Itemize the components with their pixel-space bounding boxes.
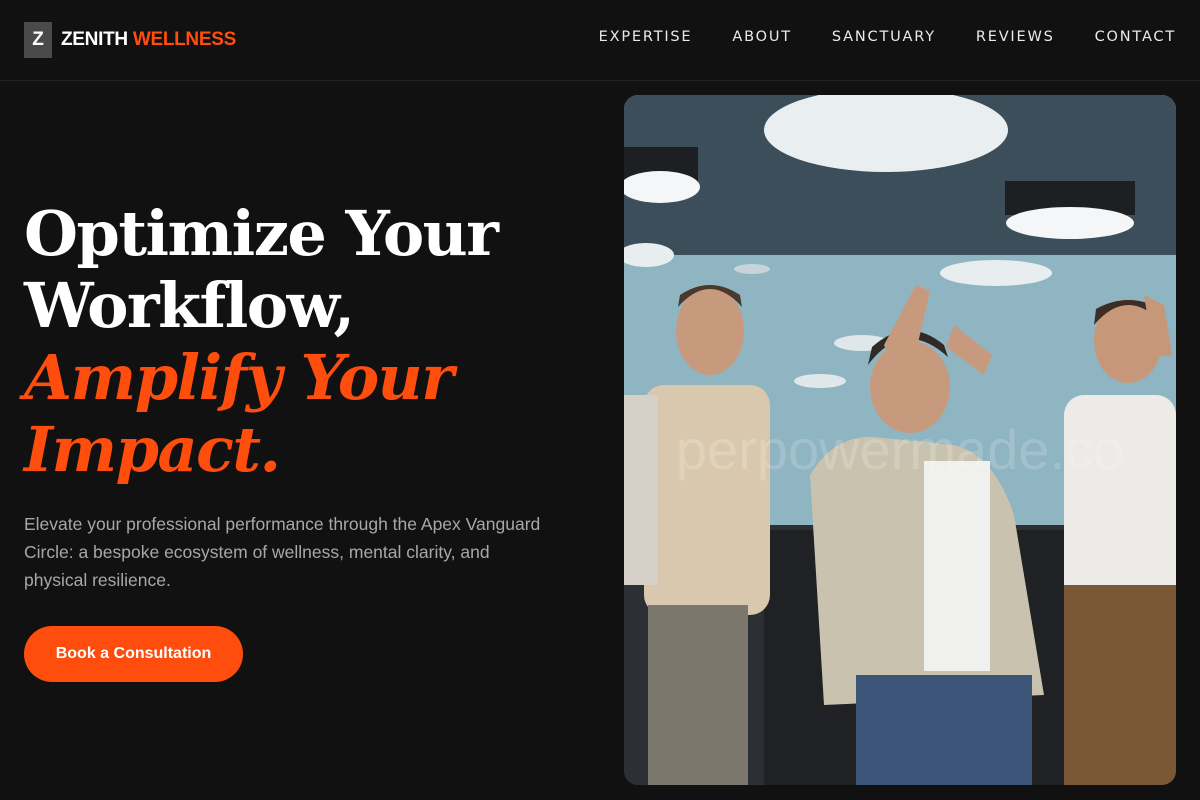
hero-title: Optimize Your Workflow, Amplify Your Imp… xyxy=(24,198,584,486)
nav-item-sanctuary[interactable]: SANCTUARY xyxy=(832,29,936,45)
logo-wordmark: ZENITH WELLNESS xyxy=(61,29,236,51)
hero-title-line-1: Optimize Your xyxy=(24,197,499,270)
nav-item-contact[interactable]: CONTACT xyxy=(1095,29,1176,45)
logo-name-primary: ZENITH xyxy=(61,29,128,50)
nav-item-about[interactable]: ABOUT xyxy=(732,29,792,45)
hero-title-line-2: Workflow, xyxy=(24,269,355,342)
image-watermark: perpowermade.co xyxy=(675,418,1125,481)
hero-image: perpowermade.co xyxy=(624,95,1176,785)
book-consultation-button[interactable]: Book a Consultation xyxy=(24,626,243,682)
nav-item-reviews[interactable]: REVIEWS xyxy=(976,29,1055,45)
main-nav: EXPERTISE ABOUT SANCTUARY REVIEWS CONTAC… xyxy=(599,29,1176,45)
site-header: Z ZENITH WELLNESS EXPERTISE ABOUT SANCTUA… xyxy=(0,0,1200,81)
hero-subtitle: Elevate your professional performance th… xyxy=(24,514,541,590)
nav-item-expertise[interactable]: EXPERTISE xyxy=(599,29,693,45)
logo[interactable]: Z ZENITH WELLNESS xyxy=(24,22,236,58)
hero-title-accent-line-1: Amplify Your xyxy=(24,341,454,414)
logo-name-accent: WELLNESS xyxy=(132,29,236,50)
logo-mark: Z xyxy=(24,22,52,58)
hero-title-accent-line-2: Impact. xyxy=(24,413,281,486)
